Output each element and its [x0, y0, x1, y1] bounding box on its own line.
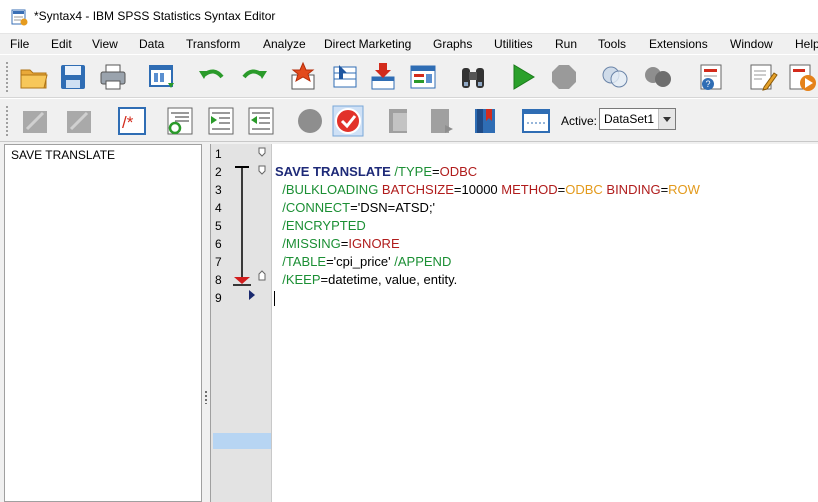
disabled-tool-icon-2[interactable]	[61, 103, 97, 139]
code-token: ROW	[668, 182, 700, 197]
menu-graphs[interactable]: Graphs	[433, 37, 472, 51]
go-to-variable-icon[interactable]	[327, 59, 363, 95]
active-dataset-label: Active:	[561, 114, 598, 128]
auto-complete-icon[interactable]	[162, 103, 198, 139]
code-token: =10000	[453, 182, 502, 197]
bookmark-next-disabled-icon[interactable]	[423, 103, 459, 139]
code-token: /TABLE	[275, 254, 327, 269]
merge-circles-icon[interactable]	[597, 59, 633, 95]
title-bar: *Syntax4 - IBM SPSS Statistics Syntax Ed…	[0, 0, 818, 34]
undo-icon[interactable]	[194, 59, 230, 95]
outdent-icon[interactable]	[243, 103, 279, 139]
command-span-arrow-icon	[233, 166, 251, 286]
code-token: =	[432, 164, 440, 179]
syntax-edit-icon[interactable]	[744, 59, 780, 95]
code-token: /CONNECT	[275, 200, 351, 215]
line-gutter: 1 2 3 4 5 6 7 8 9	[210, 144, 272, 502]
chevron-down-icon[interactable]	[658, 109, 675, 129]
code-token: IGNORE	[348, 236, 400, 251]
go-to-case-icon[interactable]	[285, 59, 321, 95]
code-token: SAVE TRANSLATE	[275, 164, 391, 179]
pane-splitter[interactable]	[202, 144, 210, 502]
code-line[interactable]: /TABLE='cpi_price' /APPEND	[275, 254, 451, 269]
indent-icon[interactable]	[203, 103, 239, 139]
run-selection-icon[interactable]	[505, 59, 541, 95]
text-caret	[274, 291, 275, 306]
code-line[interactable]: /ENCRYPTED	[275, 218, 366, 233]
code-token: ='cpi_price'	[326, 254, 395, 269]
command-span-markers	[233, 147, 266, 300]
code-token: BINDING	[602, 182, 661, 197]
code-token: /BULKLOADING	[275, 182, 379, 197]
menu-direct-marketing[interactable]: Direct Marketing	[324, 37, 411, 51]
breakpoint-column-icon	[258, 147, 266, 281]
insert-variable-icon[interactable]	[365, 59, 401, 95]
find-binoculars-icon[interactable]	[455, 59, 491, 95]
menu-file[interactable]: File	[10, 37, 29, 51]
code-token: ODBC	[439, 164, 478, 179]
check-syntax-icon[interactable]	[330, 103, 366, 139]
current-line-arrow-icon	[249, 290, 255, 300]
menu-analyze[interactable]: Analyze	[263, 37, 306, 51]
svg-text:?: ?	[706, 79, 711, 89]
toggle-comment-icon[interactable]: /*	[114, 103, 150, 139]
svg-text:/*: /*	[122, 113, 134, 132]
code-token: ='DSN=ATSD;'	[350, 200, 436, 215]
split-circles-icon[interactable]	[640, 59, 676, 95]
variables-icon[interactable]	[405, 59, 441, 95]
menu-tools[interactable]: Tools	[598, 37, 626, 51]
code-token: /KEEP	[275, 272, 321, 287]
spss-app-icon[interactable]	[9, 7, 29, 27]
syntax-help-icon[interactable]: ?	[693, 59, 729, 95]
toolbar-grip[interactable]	[5, 61, 9, 93]
main-toolbar: ?	[0, 54, 818, 98]
splitter-grip-icon	[204, 390, 208, 404]
syntax-toolbar: /* Active:	[0, 98, 818, 142]
menu-edit[interactable]: Edit	[51, 37, 72, 51]
code-line[interactable]: SAVE TRANSLATE /TYPE=ODBC	[275, 164, 477, 179]
menu-run[interactable]: Run	[555, 37, 577, 51]
code-token: =datetime, value, entity.	[320, 272, 458, 287]
code-token: /MISSING	[275, 236, 341, 251]
code-token: /APPEND	[394, 254, 452, 269]
print-icon[interactable]	[95, 59, 131, 95]
bookmark-icon[interactable]	[467, 103, 503, 139]
menu-help[interactable]: Help	[795, 37, 818, 51]
recall-dialog-icon[interactable]	[144, 59, 180, 95]
navigation-pane: SAVE TRANSLATE	[4, 144, 202, 502]
redo-icon[interactable]	[236, 59, 272, 95]
menu-transform[interactable]: Transform	[186, 37, 240, 51]
code-token: /TYPE	[390, 164, 432, 179]
code-line[interactable]: /BULKLOADING BATCHSIZE=10000 METHOD=ODBC…	[275, 182, 700, 197]
disabled-tool-icon[interactable]	[17, 103, 53, 139]
menu-utilities[interactable]: Utilities	[494, 37, 533, 51]
code-token: METHOD	[501, 182, 558, 197]
bookmark-disabled-icon[interactable]	[381, 103, 417, 139]
code-token: /ENCRYPTED	[275, 218, 366, 233]
code-token: BATCHSIZE	[378, 182, 454, 197]
menu-view[interactable]: View	[92, 37, 118, 51]
menu-data[interactable]: Data	[139, 37, 164, 51]
command-span-icon[interactable]	[518, 103, 554, 139]
menu-bar: File Edit View Data Transform Analyze Di…	[0, 34, 818, 54]
save-icon[interactable]	[55, 59, 91, 95]
current-line-highlight	[213, 433, 271, 449]
window-title: *Syntax4 - IBM SPSS Statistics Syntax Ed…	[34, 9, 276, 23]
stop-icon[interactable]	[546, 59, 582, 95]
active-dataset-select[interactable]: DataSet1	[599, 108, 676, 130]
code-line[interactable]: /CONNECT='DSN=ATSD;'	[275, 200, 435, 215]
nav-item-save-translate[interactable]: SAVE TRANSLATE	[11, 148, 115, 162]
code-token: ODBC	[565, 182, 603, 197]
syntax-play-icon[interactable]	[784, 59, 818, 95]
code-line[interactable]: /KEEP=datetime, value, entity.	[275, 272, 457, 287]
menu-window[interactable]: Window	[730, 37, 773, 51]
open-folder-icon[interactable]	[16, 59, 52, 95]
menu-extensions[interactable]: Extensions	[649, 37, 708, 51]
syntax-editor[interactable]: SAVE TRANSLATE /TYPE=ODBC /BULKLOADING B…	[272, 144, 818, 502]
code-line[interactable]: /MISSING=IGNORE	[275, 236, 400, 251]
active-dataset-value: DataSet1	[604, 112, 655, 126]
breakpoint-icon[interactable]	[292, 103, 328, 139]
toolbar-grip-2[interactable]	[5, 105, 9, 137]
